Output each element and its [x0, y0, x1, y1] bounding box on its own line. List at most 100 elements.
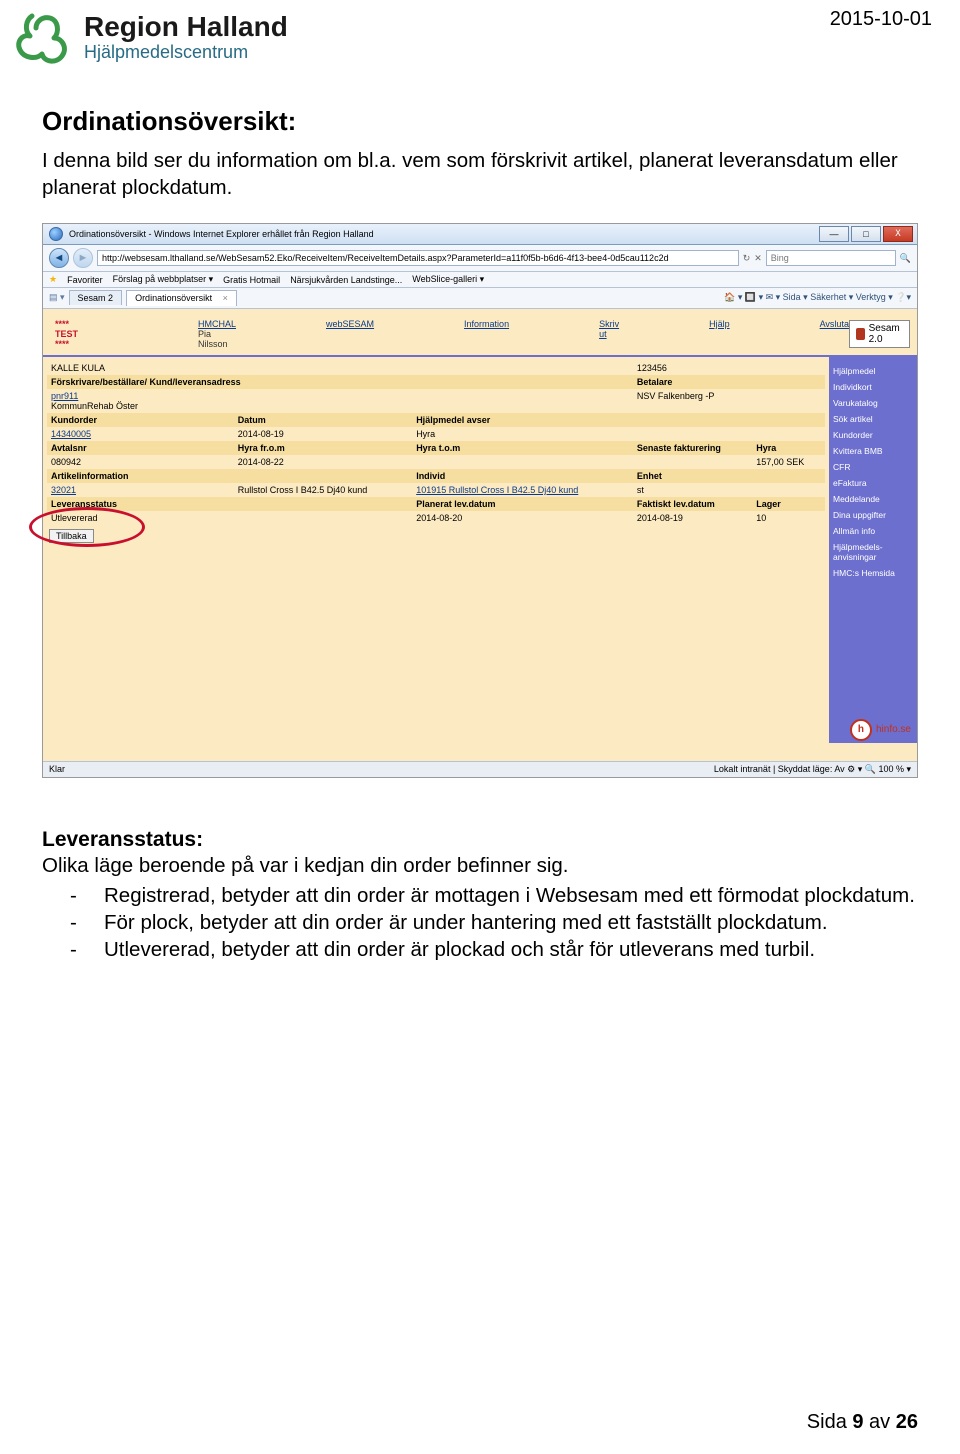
sidebar-item[interactable]: Kundorder: [833, 427, 913, 443]
fav-item-1[interactable]: Gratis Hotmail: [223, 275, 280, 285]
tab-ordination[interactable]: Ordinationsöversikt ×: [126, 290, 237, 306]
stop-icon[interactable]: ✕: [754, 253, 762, 264]
sidebar-item[interactable]: Sök artikel: [833, 411, 913, 427]
test-banner: **** TEST ****: [55, 319, 78, 349]
label-leveransstatus: Leveransstatus: [47, 497, 234, 511]
ie-icon: [49, 227, 63, 241]
sesam-logo-icon: [856, 328, 865, 340]
link-pnr[interactable]: pnr911: [51, 391, 78, 401]
value-avser: Hyra: [412, 427, 633, 441]
fav-item-3[interactable]: WebSlice-galleri ▾: [412, 274, 484, 285]
logo-line1: Region Halland: [84, 13, 288, 41]
label-senaste-fakt: Senaste fakturering: [633, 441, 752, 455]
sidebar-item[interactable]: Individkort: [833, 379, 913, 395]
tabgroup-icon[interactable]: ▤ ▾: [49, 292, 65, 303]
status-right: Lokalt intranät | Skyddat läge: Av ⚙ ▾ 🔍…: [714, 764, 911, 775]
refresh-icon[interactable]: ↻: [743, 253, 751, 264]
value-leveransstatus: Utlevererad: [47, 511, 234, 525]
favorites-label[interactable]: Favoriter: [67, 275, 103, 285]
user-name: Pia Nilsson: [198, 329, 236, 349]
logo-icon: [12, 8, 74, 70]
nav-forward-button[interactable]: ►: [73, 248, 93, 268]
hinfo-link[interactable]: h hinfo.se: [850, 719, 911, 741]
footer-page: 9: [852, 1411, 863, 1433]
browser-tools[interactable]: 🏠 ▾ 🔲 ▾ ✉ ▾ Sida ▾ Säkerhet ▾ Verktyg ▾ …: [724, 292, 911, 303]
link-kundorder[interactable]: 14340005: [51, 429, 91, 439]
intro-paragraph: I denna bild ser du information om bl.a.…: [42, 147, 918, 201]
value-hyra-from: 2014-08-22: [234, 455, 412, 469]
tab-sesam2[interactable]: Sesam 2: [69, 290, 123, 305]
logo: Region Halland Hjälpmedelscentrum: [12, 8, 288, 70]
value-datum: 2014-08-19: [234, 427, 412, 441]
link-avsluta[interactable]: Avsluta: [820, 319, 849, 329]
tillbaka-button[interactable]: Tillbaka: [49, 529, 94, 543]
sidebar-item[interactable]: CFR: [833, 459, 913, 475]
label-kundorder: Kundorder: [47, 413, 234, 427]
label-hyra: Hyra: [752, 441, 825, 455]
search-icon[interactable]: 🔍: [900, 253, 911, 264]
status-left: Klar: [49, 764, 65, 774]
bullet-for-plock: För plock, betyder att din order är unde…: [104, 909, 828, 936]
sidebar-item[interactable]: Hjälpmedels- anvisningar: [833, 539, 913, 565]
value-faktiskt-levdatum: 2014-08-19: [633, 511, 752, 525]
logo-line2: Hjälpmedelscentrum: [84, 41, 288, 64]
link-hmchal[interactable]: HMCHAL: [198, 319, 236, 329]
value-planerat-levdatum: 2014-08-20: [412, 511, 633, 525]
value-enhet: st: [633, 483, 752, 497]
sidebar-item[interactable]: eFaktura: [833, 475, 913, 491]
value-hyra: 157,00 SEK: [752, 455, 825, 469]
page-footer: Sida 9 av 26: [807, 1411, 918, 1434]
footer-mid: av: [864, 1411, 896, 1433]
address-bar[interactable]: http://websesam.lthalland.se/WebSesam52.…: [97, 250, 739, 266]
window-title: Ordinationsöversikt - Windows Internet E…: [69, 229, 374, 239]
sidebar-item[interactable]: Varukatalog: [833, 395, 913, 411]
search-box[interactable]: Bing: [766, 250, 896, 266]
link-artikel[interactable]: 32021: [51, 485, 76, 495]
screenshot-ordination: Ordinationsöversikt - Windows Internet E…: [42, 223, 918, 778]
label-hyra-tom: Hyra t.o.m: [412, 441, 633, 455]
label-planerat-levdatum: Planerat lev.datum: [412, 497, 633, 511]
value-artikelnamn: Rullstol Cross I B42.5 Dj40 kund: [234, 483, 412, 497]
sidebar-item[interactable]: Hjälpmedel: [833, 363, 913, 379]
heading-leveransstatus: Leveransstatus:: [42, 828, 918, 852]
window-minimize-button[interactable]: —: [819, 226, 849, 242]
fav-item-0[interactable]: Förslag på webbplatser ▾: [113, 274, 214, 285]
bullet-utlevererad: Utlevererad, betyder att din order är pl…: [104, 936, 815, 963]
label-forskrivare: Förskrivare/beställare/ Kund/leveransadr…: [47, 375, 633, 389]
sidebar-item[interactable]: Kvittera BMB: [833, 443, 913, 459]
sesam-badge-text: Sesam 2.0: [869, 323, 903, 345]
patient-id: 123456: [633, 361, 752, 375]
label-artikelinfo: Artikelinformation: [47, 469, 234, 483]
sidebar-item[interactable]: Allmän info: [833, 523, 913, 539]
link-websesam[interactable]: webSESAM: [326, 319, 374, 329]
nav-back-button[interactable]: ◄: [49, 248, 69, 268]
bullet-registrerad: Registrerad, betyder att din order är mo…: [104, 882, 915, 909]
tab-ordination-label: Ordinationsöversikt: [135, 293, 212, 303]
sidebar-item[interactable]: HMC:s Hemsida: [833, 565, 913, 581]
bullet-list: -Registrerad, betyder att din order är m…: [42, 882, 918, 963]
label-individ: Individ: [412, 469, 633, 483]
window-close-button[interactable]: X: [883, 226, 913, 242]
sidebar-nav: Hjälpmedel Individkort Varukatalog Sök a…: [829, 357, 917, 743]
tab-close-icon[interactable]: ×: [223, 293, 228, 303]
sesam-badge: Sesam 2.0: [849, 320, 910, 348]
link-hjalp[interactable]: Hjälp: [709, 319, 730, 329]
label-hjalpmedel-avser: Hjälpmedel avser: [412, 413, 633, 427]
label-hyra-from: Hyra fr.o.m: [234, 441, 412, 455]
sidebar-item[interactable]: Dina uppgifter: [833, 507, 913, 523]
fav-item-2[interactable]: Närsjukvården Landstinge...: [290, 275, 402, 285]
label-enhet: Enhet: [633, 469, 752, 483]
heading-ordination: Ordinationsöversikt:: [42, 106, 918, 137]
label-avtalsnr: Avtalsnr: [47, 441, 234, 455]
logo-text: Region Halland Hjälpmedelscentrum: [84, 13, 288, 64]
link-individ[interactable]: 101915 Rullstol Cross I B42.5 Dj40 kund: [416, 485, 578, 495]
leveransstatus-subline: Olika läge beroende på var i kedjan din …: [42, 854, 918, 878]
sidebar-item[interactable]: Meddelande: [833, 491, 913, 507]
label-faktiskt-levdatum: Faktiskt lev.datum: [633, 497, 752, 511]
link-skrivut[interactable]: Skriv ut: [599, 319, 619, 339]
label-datum: Datum: [234, 413, 412, 427]
link-information[interactable]: Information: [464, 319, 509, 329]
label-betalare: Betalare: [633, 375, 752, 389]
favorites-star-icon[interactable]: ★: [49, 274, 57, 285]
window-maximize-button[interactable]: □: [851, 226, 881, 242]
